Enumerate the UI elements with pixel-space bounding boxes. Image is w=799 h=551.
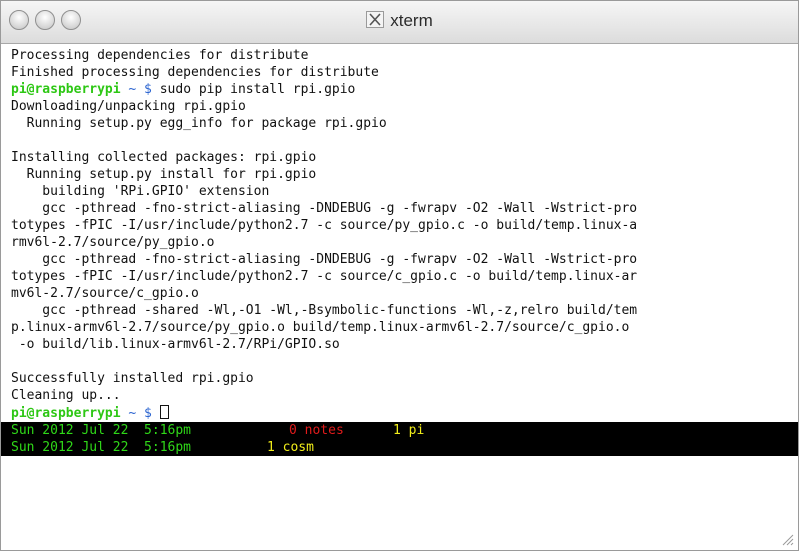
prompt-symbol: $ xyxy=(136,406,152,421)
status-notes: 0 notes xyxy=(289,423,344,438)
terminal-line: totypes -fPIC -I/usr/include/python2.7 -… xyxy=(11,269,638,284)
terminal-line: gcc -pthread -fno-strict-aliasing -DNDEB… xyxy=(11,201,638,216)
terminal-line: gcc -pthread -fno-strict-aliasing -DNDEB… xyxy=(11,252,638,267)
prompt-directory: ~ xyxy=(120,406,137,421)
status-datetime: Sun 2012 Jul 22 5:16pm xyxy=(11,423,192,438)
text-cursor xyxy=(159,405,169,419)
terminal-line: gcc -pthread -shared -Wl,-O1 -Wl,-Bsymbo… xyxy=(11,303,638,318)
prompt-command xyxy=(152,406,160,421)
status-bar-row-1: Sun 2012 Jul 22 5:16pm 0 notes 1 pi xyxy=(1,422,798,439)
terminal-line: Running setup.py egg_info for package rp… xyxy=(11,116,387,131)
status-datetime: Sun 2012 Jul 22 5:16pm xyxy=(11,440,192,455)
terminal-prompt: pi@raspberrypi ~ $ sudo pip install rpi.… xyxy=(11,82,355,98)
status-count: 1 pi xyxy=(393,423,425,438)
resize-grip-icon[interactable] xyxy=(780,532,794,546)
prompt-command: sudo pip install rpi.gpio xyxy=(151,82,356,97)
terminal-line: Installing collected packages: rpi.gpio xyxy=(11,150,317,165)
x11-icon xyxy=(366,11,385,28)
status-bar-row-2: Sun 2012 Jul 22 5:16pm 1 cosm xyxy=(1,439,798,456)
terminal-prompt: pi@raspberrypi ~ $ xyxy=(11,405,169,421)
terminal-output[interactable]: Processing dependencies for distribute F… xyxy=(1,44,798,550)
terminal-line: -o build/lib.linux-armv6l-2.7/RPi/GPIO.s… xyxy=(11,337,340,352)
prompt-host: pi@raspberrypi xyxy=(11,406,121,421)
terminal-line: rmv6l-2.7/source/py_gpio.o xyxy=(11,235,215,250)
xterm-window: xterm Processing dependencies for distri… xyxy=(0,0,799,551)
window-title: xterm xyxy=(1,11,798,31)
terminal-line: Downloading/unpacking rpi.gpio xyxy=(11,99,246,114)
status-count: 1 cosm xyxy=(267,440,314,455)
window-title-text: xterm xyxy=(390,11,433,30)
terminal-line: Cleaning up... xyxy=(11,388,121,403)
prompt-host: pi@raspberrypi xyxy=(11,82,121,97)
terminal-line: building 'RPi.GPIO' extension xyxy=(11,184,270,199)
title-bar[interactable]: xterm xyxy=(1,1,798,44)
terminal-line: mv6l-2.7/source/c_gpio.o xyxy=(11,286,199,301)
terminal-line: Successfully installed rpi.gpio xyxy=(11,371,254,386)
terminal-line: p.linux-armv6l-2.7/source/py_gpio.o buil… xyxy=(11,320,630,335)
prompt-directory: ~ xyxy=(120,82,137,97)
prompt-symbol: $ xyxy=(136,82,152,97)
terminal-line: Running setup.py install for rpi.gpio xyxy=(11,167,317,182)
terminal-line: Finished processing dependencies for dis… xyxy=(11,65,379,80)
terminal-line: totypes -fPIC -I/usr/include/python2.7 -… xyxy=(11,218,638,233)
terminal-line: Processing dependencies for distribute xyxy=(11,48,309,63)
